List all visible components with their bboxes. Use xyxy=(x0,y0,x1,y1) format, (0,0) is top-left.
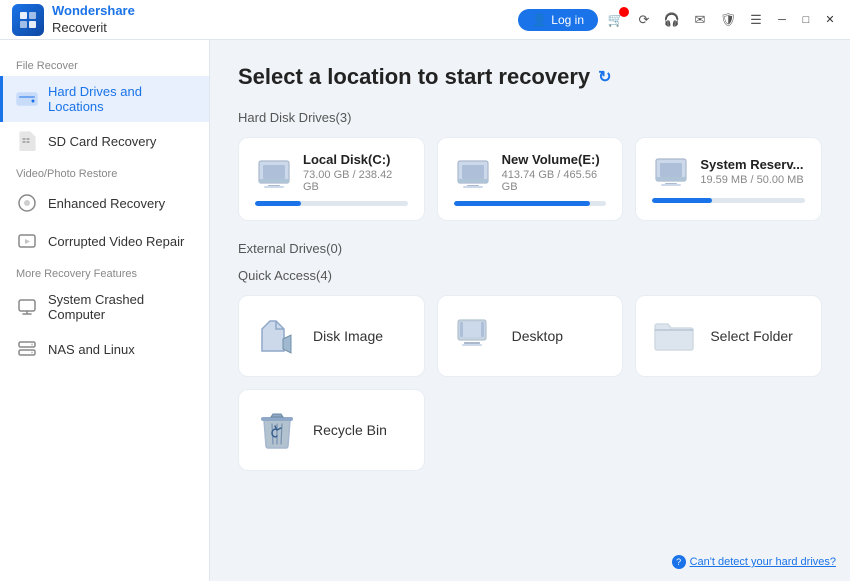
question-circle-icon: ? xyxy=(672,555,686,569)
desktop-icon xyxy=(454,314,498,358)
disk-image-icon xyxy=(255,314,299,358)
sidebar-section-more: More Recovery Features xyxy=(0,260,209,284)
drive-icon-c xyxy=(255,154,293,192)
minimize-button[interactable]: ─ xyxy=(774,12,790,28)
sidebar-item-system-crashed[interactable]: System Crashed Computer xyxy=(0,284,209,330)
recycle-bin-label: Recycle Bin xyxy=(313,422,387,438)
drive-info-e: New Volume(E:) 413.74 GB / 465.56 GB xyxy=(502,152,607,193)
cart-badge xyxy=(619,7,629,17)
cant-detect-link[interactable]: ? Can't detect your hard drives? xyxy=(672,555,836,569)
enhanced-recovery-icon xyxy=(16,192,38,214)
close-button[interactable]: ✕ xyxy=(822,12,838,28)
sidebar-section-file-recover: File Recover xyxy=(0,52,209,76)
drive-bar-c xyxy=(255,201,408,206)
quick-card-recycle-bin[interactable]: Recycle Bin xyxy=(238,389,425,471)
history-icon[interactable]: ⟳ xyxy=(634,10,654,30)
drive-bar-sys xyxy=(652,198,805,203)
desktop-label: Desktop xyxy=(512,328,563,344)
sidebar-label-enhanced: Enhanced Recovery xyxy=(48,196,165,211)
drive-bar-fill-sys xyxy=(652,198,712,203)
login-person-icon: 👤 xyxy=(532,13,547,27)
quick-card-disk-image[interactable]: Disk Image xyxy=(238,295,425,377)
external-drives-label: External Drives(0) xyxy=(238,241,822,256)
sidebar-label-hard-drives: Hard Drives and Locations xyxy=(48,84,193,114)
drive-name-c: Local Disk(C:) xyxy=(303,152,408,167)
drive-size-sys: 19.59 MB / 50.00 MB xyxy=(700,174,805,186)
nas-linux-icon xyxy=(16,338,38,360)
content-area: Select a location to start recovery ↻ Ha… xyxy=(210,40,850,581)
sidebar: File Recover Hard Drives and Locations S… xyxy=(0,40,210,581)
maximize-button[interactable]: □ xyxy=(798,12,814,28)
hard-drives-icon xyxy=(16,88,38,110)
drive-size-c: 73.00 GB / 238.42 GB xyxy=(303,169,408,193)
app-logo: Wondershare Recoverit xyxy=(12,3,135,37)
menu-icon[interactable]: ☰ xyxy=(746,10,766,30)
quick-card-select-folder[interactable]: Select Folder xyxy=(635,295,822,377)
drive-info-sys: System Reserv... 19.59 MB / 50.00 MB xyxy=(700,157,805,186)
select-folder-label: Select Folder xyxy=(710,328,792,344)
drive-icon-sys xyxy=(652,152,690,190)
sidebar-label-system-crashed: System Crashed Computer xyxy=(48,292,193,322)
sidebar-label-corrupted: Corrupted Video Repair xyxy=(48,234,184,249)
corrupted-video-icon xyxy=(16,230,38,252)
login-button[interactable]: 👤 Log in xyxy=(518,9,598,31)
main-layout: File Recover Hard Drives and Locations S… xyxy=(0,40,850,581)
drive-card-c[interactable]: Local Disk(C:) 73.00 GB / 238.42 GB xyxy=(238,137,425,221)
sidebar-item-enhanced-recovery[interactable]: Enhanced Recovery xyxy=(0,184,209,222)
system-crashed-icon xyxy=(16,296,38,318)
logo-icon xyxy=(12,4,44,36)
titlebar: Wondershare Recoverit 👤 Log in 🛒 ⟳ 🎧 ✉ 🛡… xyxy=(0,0,850,40)
drive-grid: Local Disk(C:) 73.00 GB / 238.42 GB xyxy=(238,137,822,221)
sidebar-label-sd-card: SD Card Recovery xyxy=(48,134,156,149)
drive-bar-fill-c xyxy=(255,201,301,206)
drive-card-e[interactable]: New Volume(E:) 413.74 GB / 465.56 GB xyxy=(437,137,624,221)
hard-disk-section-label: Hard Disk Drives(3) xyxy=(238,110,822,125)
sd-card-icon xyxy=(16,130,38,152)
drive-bar-fill-e xyxy=(454,201,590,206)
drive-card-header-e: New Volume(E:) 413.74 GB / 465.56 GB xyxy=(454,152,607,193)
titlebar-actions: 👤 Log in 🛒 ⟳ 🎧 ✉ 🛡 ☰ ─ □ ✕ xyxy=(518,9,838,31)
page-title: Select a location to start recovery ↻ xyxy=(238,64,822,90)
disk-image-label: Disk Image xyxy=(313,328,383,344)
quick-card-desktop[interactable]: Desktop xyxy=(437,295,624,377)
drive-name-e: New Volume(E:) xyxy=(502,152,607,167)
sidebar-section-video-photo: Video/Photo Restore xyxy=(0,160,209,184)
headset-icon[interactable]: 🎧 xyxy=(662,10,682,30)
drive-icon-e xyxy=(454,154,492,192)
mail-icon[interactable]: ✉ xyxy=(690,10,710,30)
select-folder-icon xyxy=(652,314,696,358)
drive-card-header-c: Local Disk(C:) 73.00 GB / 238.42 GB xyxy=(255,152,408,193)
recycle-bin-icon xyxy=(255,408,299,452)
drive-bar-e xyxy=(454,201,607,206)
sidebar-item-corrupted-video[interactable]: Corrupted Video Repair xyxy=(0,222,209,260)
quick-access-label: Quick Access(4) xyxy=(238,268,822,283)
sidebar-item-hard-drives[interactable]: Hard Drives and Locations xyxy=(0,76,209,122)
cart-icon[interactable]: 🛒 xyxy=(606,10,626,30)
refresh-icon[interactable]: ↻ xyxy=(598,67,611,87)
sidebar-item-nas-linux[interactable]: NAS and Linux xyxy=(0,330,209,368)
drive-info-c: Local Disk(C:) 73.00 GB / 238.42 GB xyxy=(303,152,408,193)
sidebar-label-nas: NAS and Linux xyxy=(48,342,135,357)
shield-icon[interactable]: 🛡 xyxy=(718,10,738,30)
drive-name-sys: System Reserv... xyxy=(700,157,805,172)
drive-card-sys[interactable]: System Reserv... 19.59 MB / 50.00 MB xyxy=(635,137,822,221)
drive-size-e: 413.74 GB / 465.56 GB xyxy=(502,169,607,193)
sidebar-item-sd-card[interactable]: SD Card Recovery xyxy=(0,122,209,160)
drive-card-header-sys: System Reserv... 19.59 MB / 50.00 MB xyxy=(652,152,805,190)
app-name-text: Wondershare Recoverit xyxy=(52,3,135,37)
quick-access-grid: Disk Image Desktop xyxy=(238,295,822,471)
